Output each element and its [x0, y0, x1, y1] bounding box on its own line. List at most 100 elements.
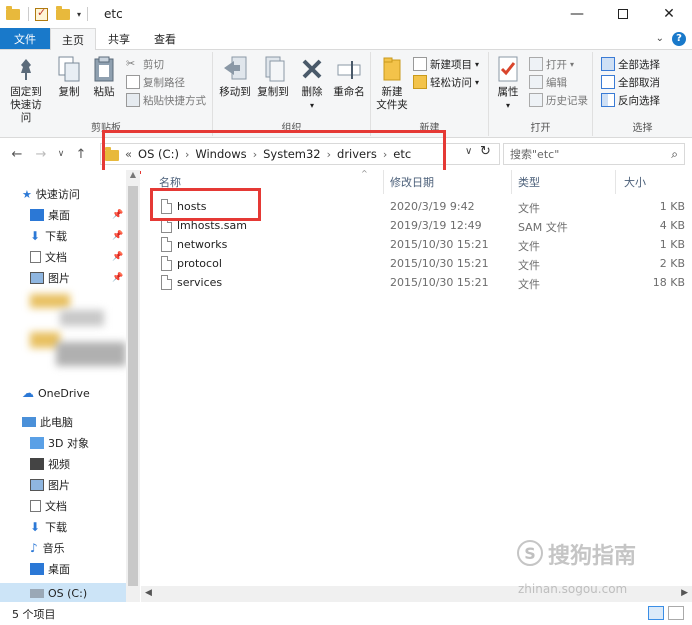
column-type[interactable]: 类型 [518, 170, 540, 194]
minimize-button[interactable]: — [554, 0, 600, 28]
help-icon[interactable]: ? [672, 31, 686, 46]
new-folder-quick-icon[interactable] [56, 5, 72, 22]
new-item-button[interactable]: 新建项目 ▾ [413, 56, 479, 72]
nav-pictures[interactable]: 图片 [30, 268, 70, 288]
file-row[interactable]: services 2015/10/30 15:21 文件 18 KB [141, 274, 692, 293]
picture-icon [30, 479, 44, 491]
invert-selection-label: 反向选择 [618, 94, 660, 107]
nav-this-pc-label: 此电脑 [40, 416, 73, 429]
properties-button[interactable]: 属性 ▾ [493, 54, 523, 112]
move-to-button[interactable]: 移动到 [217, 54, 253, 99]
open-button[interactable]: 打开 ▾ [529, 56, 574, 72]
easy-access-button[interactable]: 轻松访问 ▾ [413, 74, 479, 90]
file-row[interactable]: protocol 2015/10/30 15:21 文件 2 KB [141, 255, 692, 274]
file-name: networks [177, 238, 228, 251]
nav-music-label: 音乐 [42, 542, 65, 555]
nav-onedrive[interactable]: ☁ OneDrive [22, 383, 90, 403]
history-button[interactable]: 历史记录 [529, 92, 588, 108]
details-view-icon[interactable] [648, 606, 664, 620]
large-icons-view-icon[interactable] [668, 606, 684, 620]
window-controls: — ✕ [554, 0, 692, 28]
title-bar: ▾ etc — ✕ [0, 0, 692, 28]
refresh-icon[interactable]: ↻ [480, 144, 491, 159]
nav-pictures-pc[interactable]: 图片 [30, 475, 70, 495]
nav-3d-objects[interactable]: 3D 对象 [30, 433, 89, 453]
up-arrow-icon[interactable]: ↑ [72, 147, 90, 162]
nav-documents[interactable]: 文档 [30, 247, 67, 267]
item-count: 5 个项目 [12, 607, 56, 621]
nav-pictures-pc-label: 图片 [48, 479, 70, 492]
close-button[interactable]: ✕ [646, 0, 692, 28]
new-folder-icon [377, 54, 407, 84]
file-size: 4 KB [659, 219, 685, 232]
nav-scrollbar-thumb[interactable] [128, 186, 138, 586]
nav-quick-access[interactable]: ★ 快速访问 [22, 184, 80, 204]
paste-button[interactable]: 粘贴 [89, 54, 119, 99]
document-icon [30, 500, 41, 512]
scroll-left-arrow-icon[interactable]: ◀ [145, 588, 152, 598]
maximize-button[interactable] [600, 0, 646, 28]
chevron-down-icon: ▾ [475, 59, 480, 69]
file-icon [161, 237, 172, 252]
properties-quick-icon[interactable] [35, 6, 48, 21]
scissors-icon: ✂ [126, 57, 136, 70]
search-icon[interactable]: ⌕ [671, 147, 678, 162]
download-arrow-icon: ⬇ [30, 520, 41, 534]
nav-documents-pc[interactable]: 文档 [30, 496, 67, 516]
nav-this-pc[interactable]: 此电脑 [22, 412, 73, 432]
nav-os-drive[interactable]: OS (C:) [30, 583, 87, 603]
scroll-up-arrow-icon[interactable]: ▲ [126, 170, 140, 184]
move-to-label: 移动到 [219, 86, 251, 98]
hosts-highlight-box [150, 188, 261, 221]
nav-onedrive-label: OneDrive [38, 386, 90, 400]
select-none-button[interactable]: 全部取消 [601, 74, 660, 90]
scroll-right-arrow-icon[interactable]: ▶ [681, 588, 688, 598]
tab-file[interactable]: 文件 [0, 28, 50, 49]
column-size[interactable]: 大小 [624, 170, 646, 194]
nav-downloads[interactable]: ⬇ 下载 [30, 226, 67, 246]
nav-downloads-pc[interactable]: ⬇ 下载 [30, 517, 67, 537]
nav-desktop-pc[interactable]: 桌面 [30, 559, 70, 579]
forward-arrow-icon[interactable]: → [32, 147, 50, 162]
back-arrow-icon[interactable]: ← [8, 147, 26, 162]
delete-button[interactable]: 删除 ▾ [297, 54, 327, 112]
collapse-ribbon-icon[interactable]: ⌄ [656, 33, 664, 44]
search-input[interactable]: 搜索"etc" ⌕ [503, 143, 685, 165]
new-folder-button[interactable]: 新建 文件夹 [373, 54, 411, 112]
nav-music[interactable]: ♪ 音乐 [30, 538, 65, 558]
recent-locations-icon[interactable]: ∨ [52, 149, 70, 159]
music-note-icon: ♪ [30, 541, 38, 555]
select-all-button[interactable]: 全部选择 [601, 56, 660, 72]
copy-button[interactable]: 复制 [54, 54, 84, 99]
move-to-icon [220, 54, 250, 84]
copy-path-button[interactable]: 复制路径 [126, 74, 185, 90]
invert-selection-button[interactable]: 反向选择 [601, 92, 660, 108]
customize-quick-access-icon[interactable]: ▾ [77, 10, 81, 19]
edit-button[interactable]: 编辑 [529, 74, 567, 90]
ribbon-tab-bar: 文件 主页 共享 查看 ⌄ ? [0, 28, 692, 51]
column-date[interactable]: 修改日期 [390, 170, 434, 194]
nav-os-drive-label: OS (C:) [48, 586, 88, 600]
paste-shortcut-button[interactable]: 粘贴快捷方式 [126, 92, 206, 108]
rename-button[interactable]: 重命名 [330, 54, 368, 99]
tab-home[interactable]: 主页 [50, 28, 96, 51]
file-row[interactable]: networks 2015/10/30 15:21 文件 1 KB [141, 236, 692, 255]
blurred-folder [60, 310, 104, 326]
nav-desktop[interactable]: 桌面 [30, 205, 70, 225]
address-history-chevron-down-icon[interactable]: ∨ [465, 146, 472, 157]
close-icon: ✕ [663, 6, 675, 22]
nav-videos[interactable]: 视频 [30, 454, 70, 474]
nav-desktop-pc-label: 桌面 [48, 563, 70, 576]
maximize-icon [618, 9, 628, 19]
copy-to-icon [258, 54, 288, 84]
column-divider[interactable] [511, 170, 512, 194]
copy-to-button[interactable]: 复制到 [255, 54, 291, 99]
column-divider[interactable] [615, 170, 616, 194]
sort-caret-icon: ^ [361, 169, 368, 178]
tab-view[interactable]: 查看 [142, 28, 188, 49]
column-divider[interactable] [383, 170, 384, 194]
cut-button[interactable]: ✂ 剪切 [126, 56, 164, 72]
chevron-down-icon[interactable]: ▾ [310, 99, 314, 112]
tab-share[interactable]: 共享 [96, 28, 142, 49]
pin-quick-access-button[interactable]: 固定到 快速访问 [6, 54, 46, 125]
